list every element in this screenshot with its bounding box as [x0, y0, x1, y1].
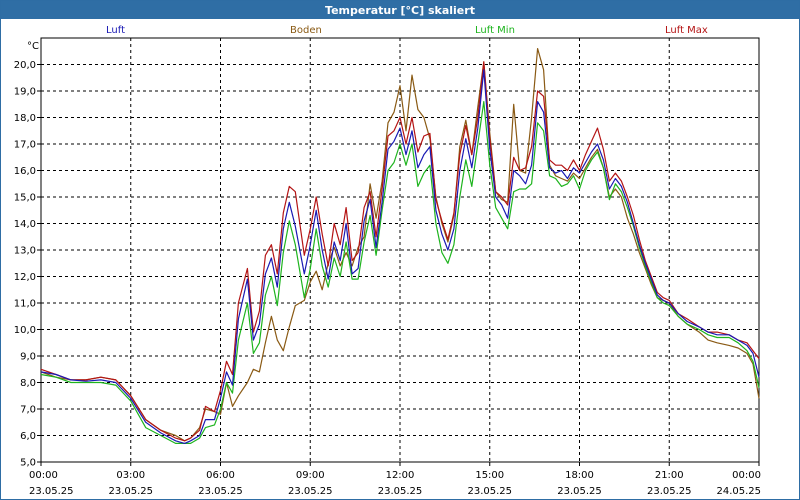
x-axis: 00:00 23.05.25 03:00 23.05.25 06:00 23.05.25 0… — [29, 462, 761, 497]
y-tick-label: 7,0 — [20, 405, 36, 416]
y-tick-label: 9,0 — [20, 352, 36, 363]
y-tick-label: 20,0 — [14, 60, 36, 71]
x-tick-time: 06:00 — [206, 470, 235, 481]
y-tick-label: 5,0 — [20, 458, 36, 469]
y-tick-label: 11,0 — [14, 299, 36, 310]
y-tick-label: 8,0 — [20, 378, 36, 389]
x-tick-time: 12:00 — [386, 470, 415, 481]
x-tick-date: 23.05.25 — [29, 486, 74, 497]
x-tick-time: 03:00 — [116, 470, 145, 481]
temperature-chart: 5,0 6,0 7,0 8,0 9,0 10,0 11,0 12,0 13,0 14,0 15,0 1… — [14, 37, 761, 497]
y-tick-label: 12,0 — [14, 272, 36, 283]
y-tick-label: 14,0 — [14, 219, 36, 230]
x-tick-date: 23.05.25 — [378, 486, 423, 497]
x-tick-date: 24.05.25 — [716, 486, 761, 497]
y-axis-unit-label: °C — [27, 41, 39, 52]
y-tick-label: 10,0 — [14, 325, 36, 336]
x-tick-date: 23.05.25 — [647, 486, 692, 497]
series-line-luft-max — [40, 61, 760, 442]
y-axis: 5,0 6,0 7,0 8,0 9,0 10,0 11,0 12,0 13,0 14,0 15,0 1… — [14, 60, 41, 469]
y-tick-label: 15,0 — [14, 193, 36, 204]
x-tick-time: 00:00 — [29, 470, 58, 481]
grid — [41, 38, 759, 462]
y-tick-label: 16,0 — [14, 166, 36, 177]
x-tick-date: 23.05.25 — [557, 486, 602, 497]
y-tick-label: 18,0 — [14, 113, 36, 124]
y-tick-label: 17,0 — [14, 140, 36, 151]
x-tick-date: 23.05.25 — [108, 486, 153, 497]
x-tick-time: 00:00 — [732, 470, 761, 481]
x-tick-date: 23.05.25 — [198, 486, 243, 497]
y-tick-label: 19,0 — [14, 87, 36, 98]
y-tick-label: 6,0 — [20, 431, 36, 442]
x-tick-time: 09:00 — [296, 470, 325, 481]
y-tick-label: 13,0 — [14, 246, 36, 257]
series-lines — [40, 48, 760, 444]
x-tick-time: 15:00 — [475, 470, 504, 481]
x-tick-date: 23.05.25 — [467, 486, 512, 497]
x-tick-time: 18:00 — [565, 470, 594, 481]
x-tick-date: 23.05.25 — [288, 486, 333, 497]
chart-window: Temperatur [°C] skaliert Luft Boden Luft… — [0, 0, 800, 500]
x-tick-time: 21:00 — [655, 470, 684, 481]
